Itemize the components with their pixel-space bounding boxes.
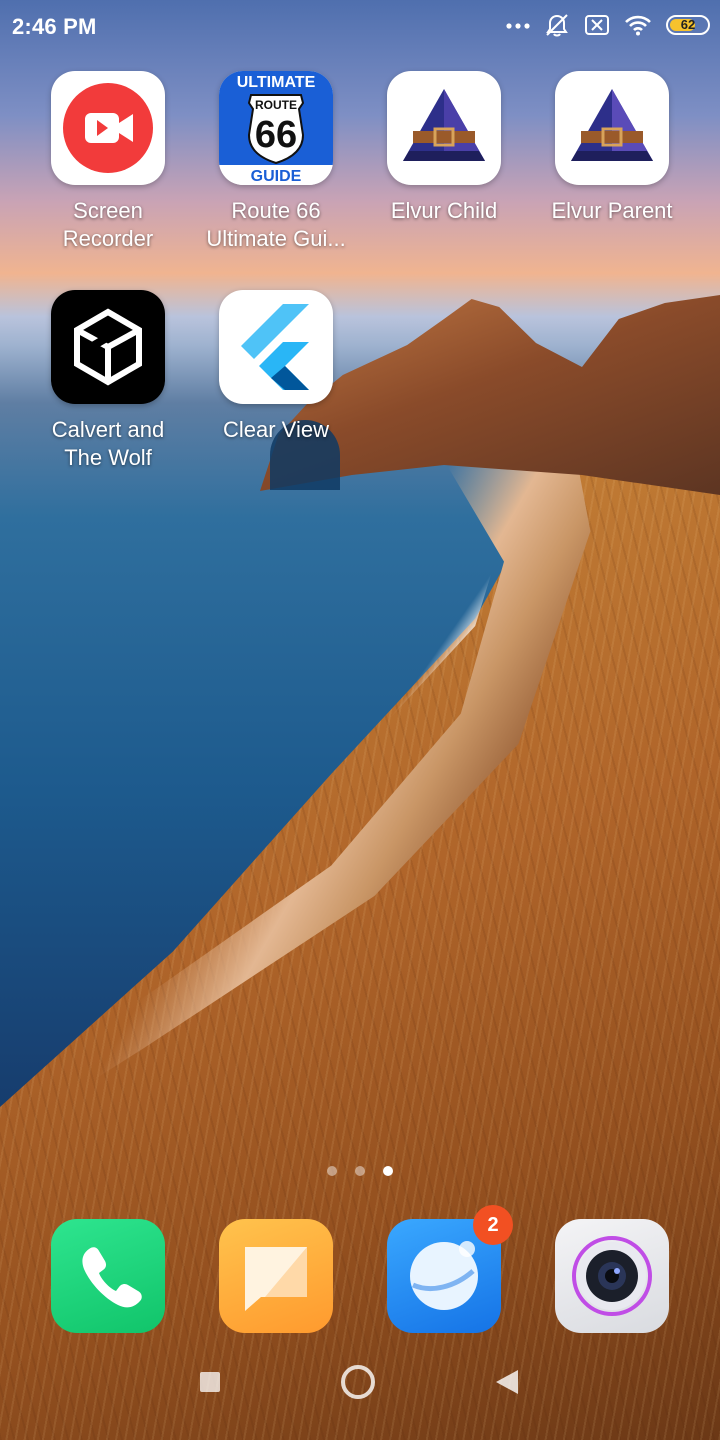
- app-clear-view[interactable]: Clear View: [192, 290, 360, 444]
- page-dot[interactable]: [355, 1166, 365, 1176]
- dock-messages[interactable]: [219, 1219, 333, 1333]
- app-label: Elvur Child: [390, 198, 498, 223]
- app-label: Screen Recorder: [62, 198, 154, 251]
- wifi-icon: [625, 15, 651, 36]
- dock-camera[interactable]: [555, 1219, 669, 1333]
- app-label: Elvur Parent: [551, 198, 673, 223]
- dock-phone[interactable]: [51, 1219, 165, 1333]
- app-elvur-child[interactable]: Elvur Child: [360, 71, 528, 225]
- battery-level: 62: [680, 17, 696, 32]
- route66-top-text: ULTIMATE: [237, 74, 316, 91]
- elvur-parent-icon: [555, 71, 669, 185]
- flutter-icon: [219, 290, 333, 404]
- page-dot-active[interactable]: [383, 1166, 393, 1176]
- navigation-bar: [0, 1360, 720, 1424]
- more-dots-icon: [506, 23, 530, 29]
- elvur-child-icon: [387, 71, 501, 185]
- app-label: Clear View: [223, 417, 329, 442]
- app-label: Calvert and The Wolf: [51, 417, 165, 470]
- screen-recorder-icon: [51, 71, 165, 185]
- route66-bottom-text: GUIDE: [251, 168, 302, 185]
- route66-shield-text: ROUTE: [255, 98, 297, 112]
- silent-alarm-icon: [546, 14, 568, 37]
- route66-icon: ULTIMATE ROUTE 66 GUIDE: [219, 71, 333, 185]
- camera-icon: [572, 1236, 652, 1316]
- app-route-66[interactable]: ULTIMATE ROUTE 66 GUIDE Route 66 Ultimat…: [192, 71, 360, 253]
- recents-icon[interactable]: [198, 1370, 222, 1399]
- sim-x-icon: [585, 15, 609, 35]
- app-elvur-parent[interactable]: Elvur Parent: [528, 71, 696, 225]
- back-icon[interactable]: [494, 1368, 520, 1401]
- battery-icon: 62: [666, 15, 710, 35]
- notification-badge: 2: [473, 1205, 513, 1245]
- app-screen-recorder[interactable]: Screen Recorder: [24, 71, 192, 253]
- app-label: Route 66 Ultimate Gui...: [206, 198, 346, 251]
- dock-browser[interactable]: 2: [387, 1205, 513, 1333]
- status-icons: 62: [506, 12, 710, 38]
- messages-icon: [245, 1247, 307, 1311]
- home-icon[interactable]: [340, 1364, 376, 1405]
- status-time: 2:46 PM: [12, 14, 97, 39]
- app-calvert-and-the-wolf[interactable]: Calvert and The Wolf: [24, 290, 192, 472]
- route66-number: 66: [255, 114, 297, 156]
- page-indicator: [0, 1166, 720, 1176]
- page-dot[interactable]: [327, 1166, 337, 1176]
- status-bar: 2:46 PM 62: [0, 0, 720, 56]
- phone-icon: [82, 1247, 142, 1308]
- unity-icon: [51, 290, 165, 404]
